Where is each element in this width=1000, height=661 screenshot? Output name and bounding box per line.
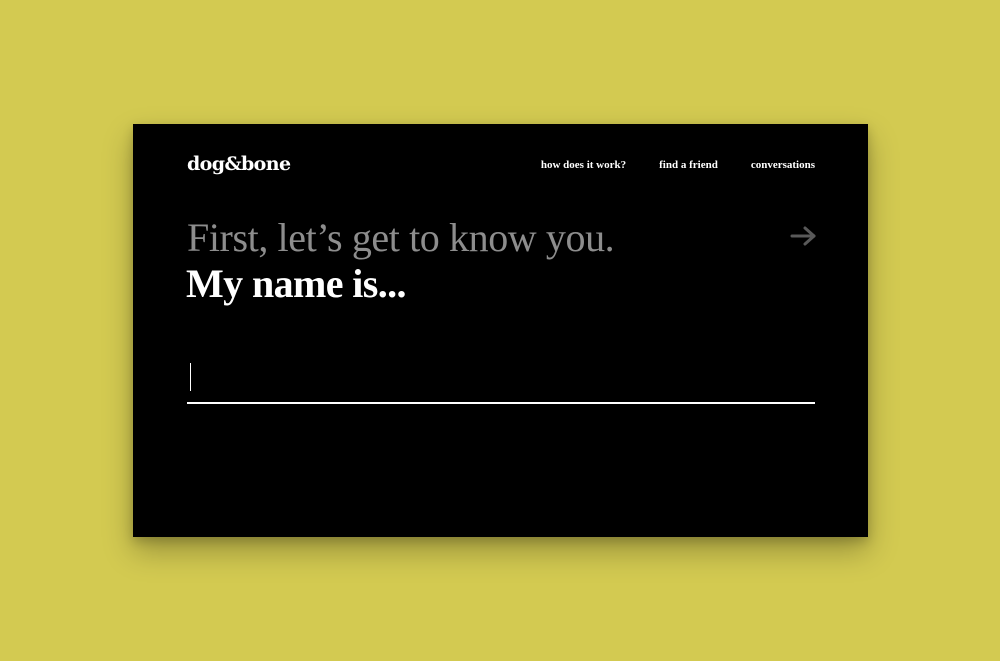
main-nav: how does it work? find a friend conversa… — [541, 158, 815, 172]
brand-logo[interactable]: dog&bone — [187, 152, 291, 176]
nav-find-a-friend[interactable]: find a friend — [659, 158, 718, 172]
next-arrow-button[interactable] — [790, 222, 820, 250]
name-question: My name is... — [186, 261, 407, 306]
intro-prompt: First, let’s get to know you. — [187, 215, 615, 260]
nav-conversations[interactable]: conversations — [751, 158, 815, 172]
arrow-right-icon — [790, 222, 820, 250]
name-input[interactable] — [187, 360, 819, 396]
name-field — [187, 356, 819, 404]
nav-how-it-works[interactable]: how does it work? — [541, 158, 626, 172]
signup-panel: dog&bone how does it work? find a friend… — [133, 124, 868, 537]
